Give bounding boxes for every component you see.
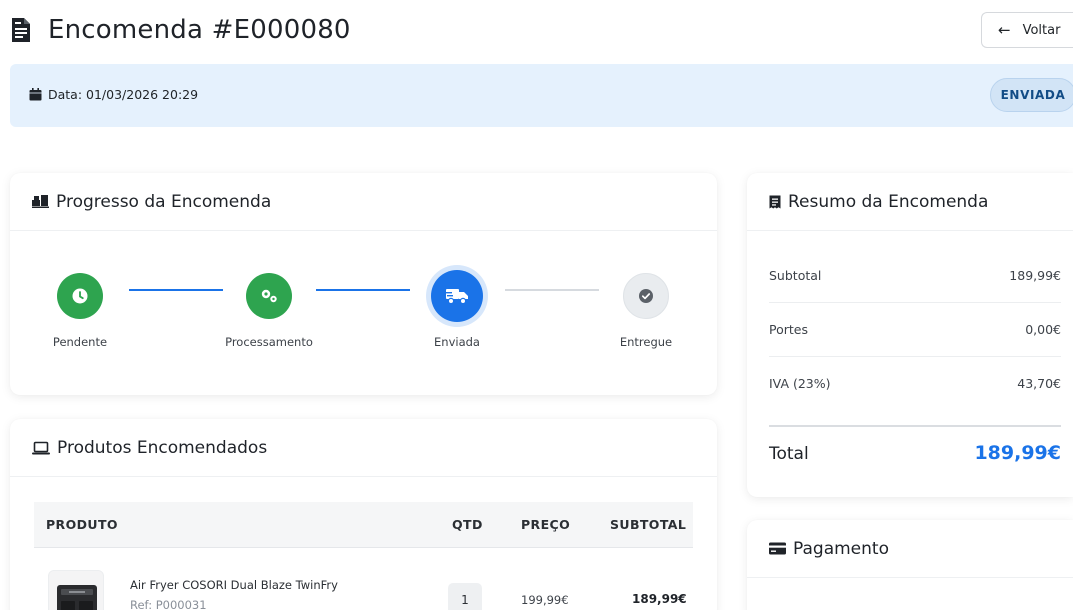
progress-connector xyxy=(505,289,599,291)
summary-card-title: Resumo da Encomenda xyxy=(788,191,989,212)
clock-icon xyxy=(72,288,88,304)
order-date: Data: 01/03/2026 20:29 xyxy=(29,87,198,102)
total-label: Total xyxy=(769,444,809,464)
quantity-badge: 1 xyxy=(448,583,482,610)
back-button[interactable]: ← Voltar xyxy=(981,12,1073,48)
progress-connector xyxy=(129,289,223,291)
summary-row-iva: IVA (23%) 43,70€ xyxy=(769,357,1061,411)
page-header: Encomenda #E000080 xyxy=(10,12,351,48)
credit-card-icon xyxy=(769,542,786,555)
summary-value: 0,00€ xyxy=(1025,322,1061,337)
back-button-label: Voltar xyxy=(1022,22,1061,38)
col-qtd: QTD xyxy=(452,517,483,532)
step-enviada xyxy=(431,270,483,322)
order-date-text: Data: 01/03/2026 20:29 xyxy=(48,87,199,102)
payment-card-title: Pagamento xyxy=(793,538,889,559)
product-thumbnail xyxy=(48,570,104,610)
payment-card-header: Pagamento xyxy=(747,520,1073,578)
col-preco: PREÇO xyxy=(521,517,571,532)
products-card-title: Produtos Encomendados xyxy=(57,437,268,458)
arrow-left-icon: ← xyxy=(998,21,1011,39)
summary-row-subtotal: Subtotal 189,99€ xyxy=(769,249,1061,303)
col-subtotal: SUBTOTAL xyxy=(610,517,687,532)
products-card: Produtos Encomendados PRODUTO QTD PREÇO … xyxy=(10,419,717,610)
step-label-enviada: Enviada xyxy=(434,335,480,349)
progress-card-title: Progresso da Encomenda xyxy=(56,191,272,212)
document-icon xyxy=(12,18,30,42)
products-card-header: Produtos Encomendados xyxy=(10,419,717,477)
product-subtotal: 189,99€ xyxy=(632,592,687,606)
step-label-processamento: Processamento xyxy=(225,335,313,349)
step-entregue xyxy=(623,273,669,319)
summary-value: 189,99€ xyxy=(1009,268,1061,283)
summary-label: Portes xyxy=(769,322,808,337)
step-label-entregue: Entregue xyxy=(619,335,673,349)
summary-total: Total 189,99€ xyxy=(769,425,1061,479)
status-badge: ENVIADA xyxy=(990,78,1073,112)
products-table-header: PRODUTO QTD PREÇO SUBTOTAL xyxy=(34,502,693,548)
total-value: 189,99€ xyxy=(974,442,1061,464)
product-name: Air Fryer COSORI Dual Blaze TwinFry xyxy=(130,578,338,592)
gears-icon xyxy=(261,289,277,303)
progress-card-header: Progresso da Encomenda xyxy=(10,173,717,231)
summary-card-header: Resumo da Encomenda xyxy=(747,173,1073,231)
product-ref: Ref: P000031 xyxy=(130,598,207,610)
laptop-icon xyxy=(32,441,50,455)
summary-label: IVA (23%) xyxy=(769,376,831,391)
check-icon xyxy=(639,289,653,303)
step-label-pendente: Pendente xyxy=(52,335,108,349)
order-info-bar: Data: 01/03/2026 20:29 ENVIADA xyxy=(10,64,1073,127)
step-pendente xyxy=(57,273,103,319)
col-produto: PRODUTO xyxy=(46,517,118,532)
order-progress-card: Progresso da Encomenda Pendente Processa… xyxy=(10,173,717,395)
progress-connector xyxy=(316,289,410,291)
order-summary-card: Resumo da Encomenda Subtotal 189,99€ Por… xyxy=(747,173,1073,497)
page-title: Encomenda #E000080 xyxy=(48,15,351,45)
calendar-icon xyxy=(29,88,42,101)
step-processamento xyxy=(246,273,292,319)
boxes-truck-icon xyxy=(32,195,49,208)
summary-value: 43,70€ xyxy=(1017,376,1061,391)
receipt-icon xyxy=(769,195,781,209)
product-price: 199,99€ xyxy=(521,593,569,607)
summary-label: Subtotal xyxy=(769,268,822,283)
summary-row-portes: Portes 0,00€ xyxy=(769,303,1061,357)
table-row[interactable]: Air Fryer COSORI Dual Blaze TwinFry Ref:… xyxy=(34,560,693,610)
truck-icon xyxy=(445,289,468,305)
payment-card: Pagamento xyxy=(747,520,1073,610)
